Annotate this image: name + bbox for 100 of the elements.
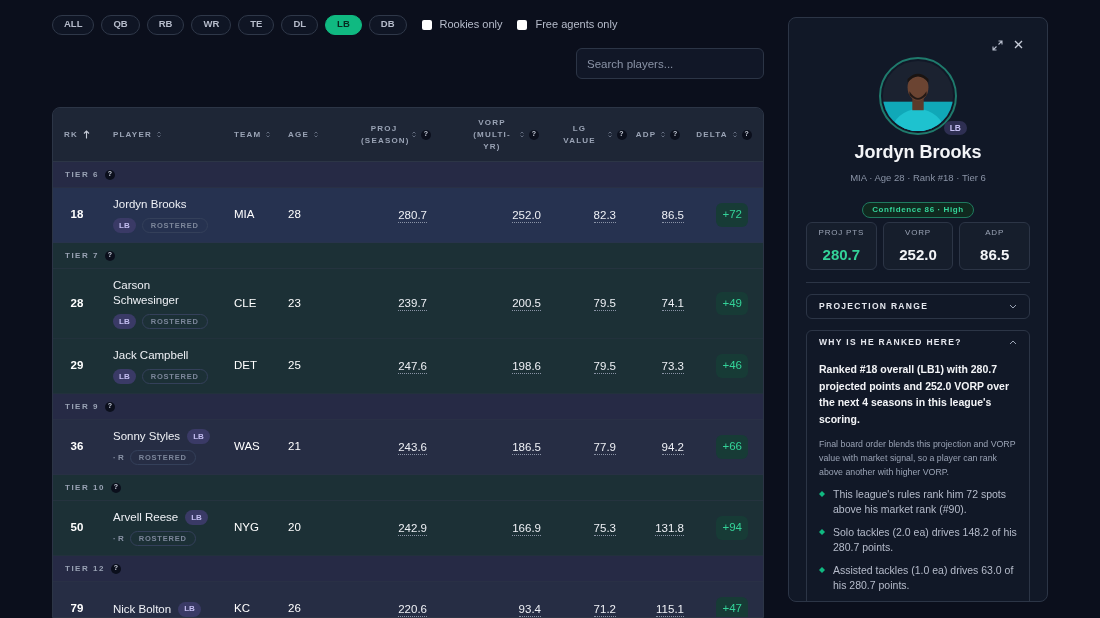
column-header[interactable]: PLAYER: [113, 128, 152, 141]
tier-label: TIER 6: [65, 168, 99, 181]
rank-cell-text: 50: [70, 520, 84, 536]
stat-value: 252.0: [899, 244, 937, 265]
stat-label: ADP: [985, 226, 1005, 239]
sort-icon[interactable]: [732, 131, 737, 138]
chevron-down-icon[interactable]: [1009, 304, 1017, 310]
value-cell: 239.7: [398, 296, 427, 311]
rank-cell-text: 28: [70, 295, 84, 311]
player-name[interactable]: Carson Schwesinger: [113, 278, 208, 308]
checkbox-label[interactable]: Rookies only: [439, 16, 503, 33]
value-cell: 115.1: [656, 601, 684, 617]
sort-icon[interactable]: [520, 131, 524, 138]
team-cell-text: NYG: [234, 520, 259, 536]
value-cell: 79.5: [593, 296, 616, 311]
bullet-icon: [819, 491, 825, 498]
chevron-up-icon[interactable]: [1009, 340, 1017, 346]
team-cell-text: CLE: [234, 295, 257, 311]
value-cell: 166.9: [512, 520, 541, 536]
column-header[interactable]: AGE: [288, 128, 309, 141]
age-cell-text: 23: [288, 295, 301, 311]
age-cell-text: 28: [288, 207, 301, 223]
value-cell: 74.1: [661, 296, 684, 311]
age-cell-text: 20: [288, 520, 301, 536]
value-cell: 77.9: [593, 439, 616, 455]
sort-icon[interactable]: [313, 131, 318, 138]
summary-text: Ranked #18 overall (LB1) with 280.7 projected points and 252.0 VORP over the next 4 seasons in this league's scoring.: [819, 362, 1011, 427]
rank-cell-text: 36: [70, 439, 84, 455]
bullet-text: This league's rules rank him 72 spots above his market rank (#90).: [833, 487, 1007, 518]
delta-badge: +47: [716, 597, 748, 617]
value-cell: 280.7: [398, 207, 427, 223]
sort-icon[interactable]: [266, 131, 271, 138]
search-field[interactable]: Search players...: [576, 48, 764, 79]
tier-label: TIER 7: [65, 249, 99, 262]
age-cell-text: 26: [288, 601, 301, 617]
position-filter-chip[interactable]: WR: [191, 14, 232, 35]
position-filter-chip[interactable]: QB: [101, 14, 140, 35]
value-cell: 82.3: [593, 207, 616, 223]
position-filter-chip[interactable]: DL: [281, 14, 319, 35]
value-cell: 94.2: [661, 439, 684, 455]
expand-icon[interactable]: [992, 40, 1003, 51]
position-filter-chip[interactable]: TE: [238, 14, 275, 35]
delta-badge: +46: [716, 354, 748, 378]
delta-badge: +72: [716, 203, 748, 227]
team-cell-text: WAS: [234, 439, 260, 455]
position-badge: LB: [113, 314, 136, 329]
column-header[interactable]: RK: [64, 128, 78, 141]
player-name[interactable]: Jack Campbell: [113, 348, 189, 363]
position-badge: LB: [943, 121, 967, 135]
value-cell: 252.0: [512, 207, 541, 223]
team-cell-text: DET: [234, 358, 257, 374]
value-cell: 86.5: [661, 207, 684, 223]
delta-badge: +66: [716, 435, 748, 459]
position-filter-chip[interactable]: DB: [368, 14, 407, 35]
column-header[interactable]: VORP (MULTI-YR): [469, 116, 515, 153]
checkbox[interactable]: [517, 19, 528, 30]
rookie-marker: · R: [113, 532, 124, 545]
tier-label: TIER 10: [65, 481, 105, 494]
position-badge: LB: [185, 510, 208, 525]
position-filter-chip[interactable]: ALL: [52, 14, 95, 35]
rank-cell-text: 29: [70, 358, 84, 374]
bullet-text: Solo tackles (2.0 ea) drives 148.2 of his 280.7 points.: [833, 525, 1017, 556]
close-icon[interactable]: [1014, 40, 1023, 49]
position-filter-chip[interactable]: LB: [325, 14, 362, 35]
value-cell: 75.3: [593, 520, 616, 536]
position-badge: LB: [113, 369, 136, 384]
player-name[interactable]: Jordyn Brooks: [113, 197, 187, 212]
sort-icon[interactable]: [412, 131, 416, 138]
column-header[interactable]: TEAM: [234, 128, 262, 141]
tier-label: TIER 9: [65, 400, 99, 413]
section-header[interactable]: WHY IS HE RANKED HERE?: [819, 331, 1017, 355]
column-header[interactable]: PROJ (SEASON): [361, 122, 407, 147]
age-cell-text: 21: [288, 439, 301, 455]
position-badge: LB: [187, 429, 210, 444]
rank-cell-text: 79: [70, 601, 84, 617]
player-name[interactable]: Arvell Reese: [113, 510, 179, 525]
value-cell: 71.2: [593, 601, 616, 617]
confidence-badge: Confidence 86 · High: [862, 202, 974, 219]
checkbox-label[interactable]: Free agents only: [535, 16, 618, 33]
sort-icon[interactable]: [607, 131, 612, 138]
value-cell: 243.6: [398, 439, 427, 455]
value-cell: 93.4: [518, 601, 541, 617]
delta-badge: +49: [716, 291, 748, 316]
table-row[interactable]: 79 Nick Bolton LB KC 26 220.6 93.4 71.2 115.1 +47: [53, 582, 763, 617]
position-filter-chip[interactable]: RB: [146, 14, 185, 35]
player-name[interactable]: Sonny Styles: [113, 429, 181, 444]
column-header[interactable]: LG VALUE: [556, 122, 603, 147]
column-header[interactable]: DELTA: [696, 128, 728, 141]
sort-icon[interactable]: [661, 131, 666, 138]
team-cell-text: KC: [234, 601, 250, 617]
stat-label: PROJ PTS: [818, 226, 865, 239]
sort-ascending-icon[interactable]: [83, 130, 90, 139]
sort-icon[interactable]: [156, 131, 161, 138]
checkbox[interactable]: [421, 19, 432, 30]
value-cell: 79.5: [593, 358, 616, 374]
tier-label: TIER 12: [65, 562, 105, 575]
value-cell: 131.8: [655, 520, 684, 536]
column-header[interactable]: ADP: [635, 128, 657, 141]
stat-label: VORP: [905, 226, 931, 239]
player-name[interactable]: Nick Bolton: [113, 601, 172, 617]
